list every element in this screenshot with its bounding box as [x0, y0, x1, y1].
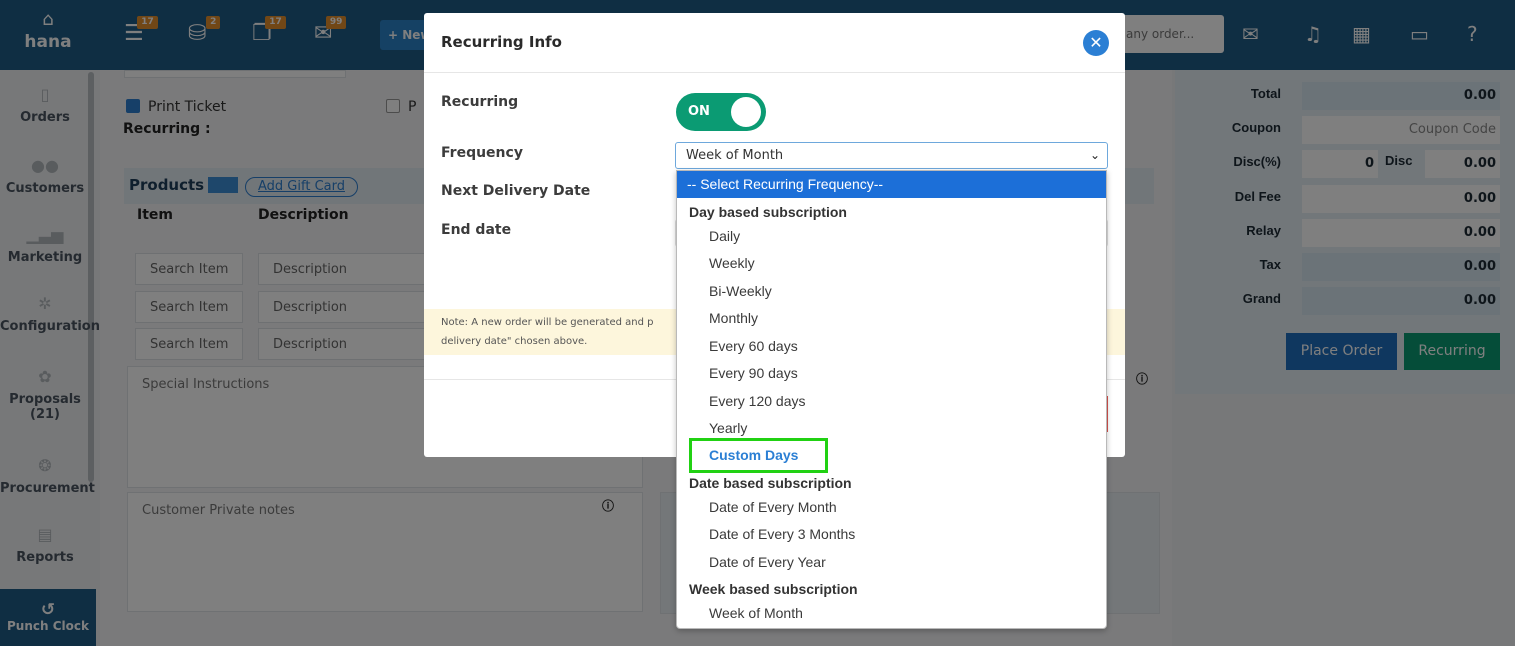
optgroup-date-based: Date based subscription [689, 475, 852, 491]
frequency-selected-value: Week of Month [686, 148, 784, 163]
next-delivery-date-label: Next Delivery Date [441, 183, 591, 199]
recurring-toggle[interactable]: ON [676, 93, 766, 131]
option-date-of-every-3-months[interactable]: Date of Every 3 Months [677, 521, 1106, 548]
toggle-text: ON [688, 104, 710, 119]
option-bi-weekly[interactable]: Bi-Weekly [677, 278, 1106, 305]
modal-title: Recurring Info [441, 33, 562, 51]
option-every-90-days[interactable]: Every 90 days [677, 360, 1106, 387]
option-date-of-every-year[interactable]: Date of Every Year [677, 549, 1106, 576]
option-placeholder[interactable]: -- Select Recurring Frequency-- [677, 171, 1106, 198]
frequency-label: Frequency [441, 145, 523, 161]
end-date-label: End date [441, 222, 512, 238]
option-every-60-days[interactable]: Every 60 days [677, 333, 1106, 360]
modal-header: Recurring Info ✕ [424, 13, 1125, 73]
option-monthly[interactable]: Monthly [677, 305, 1106, 332]
frequency-select[interactable]: Week of Month ⌄ [675, 142, 1108, 169]
optgroup-week-based: Week based subscription [689, 581, 858, 597]
toggle-knob [731, 97, 761, 127]
option-every-120-days[interactable]: Every 120 days [677, 388, 1106, 415]
option-daily[interactable]: Daily [677, 223, 1106, 250]
custom-days-highlight-box [689, 438, 828, 473]
recurring-label: Recurring [441, 94, 519, 110]
option-weekly[interactable]: Weekly [677, 250, 1106, 277]
close-icon[interactable]: ✕ [1083, 30, 1109, 56]
option-week-of-month[interactable]: Week of Month [677, 600, 1106, 627]
chevron-down-icon: ⌄ [1089, 148, 1100, 162]
note-line: delivery date" chosen above. [441, 336, 588, 347]
note-line: Note: A new order will be generated and … [441, 317, 654, 328]
optgroup-day-based: Day based subscription [689, 204, 847, 220]
frequency-dropdown-list[interactable]: -- Select Recurring Frequency-- Day base… [676, 170, 1107, 629]
option-date-of-every-month[interactable]: Date of Every Month [677, 494, 1106, 521]
